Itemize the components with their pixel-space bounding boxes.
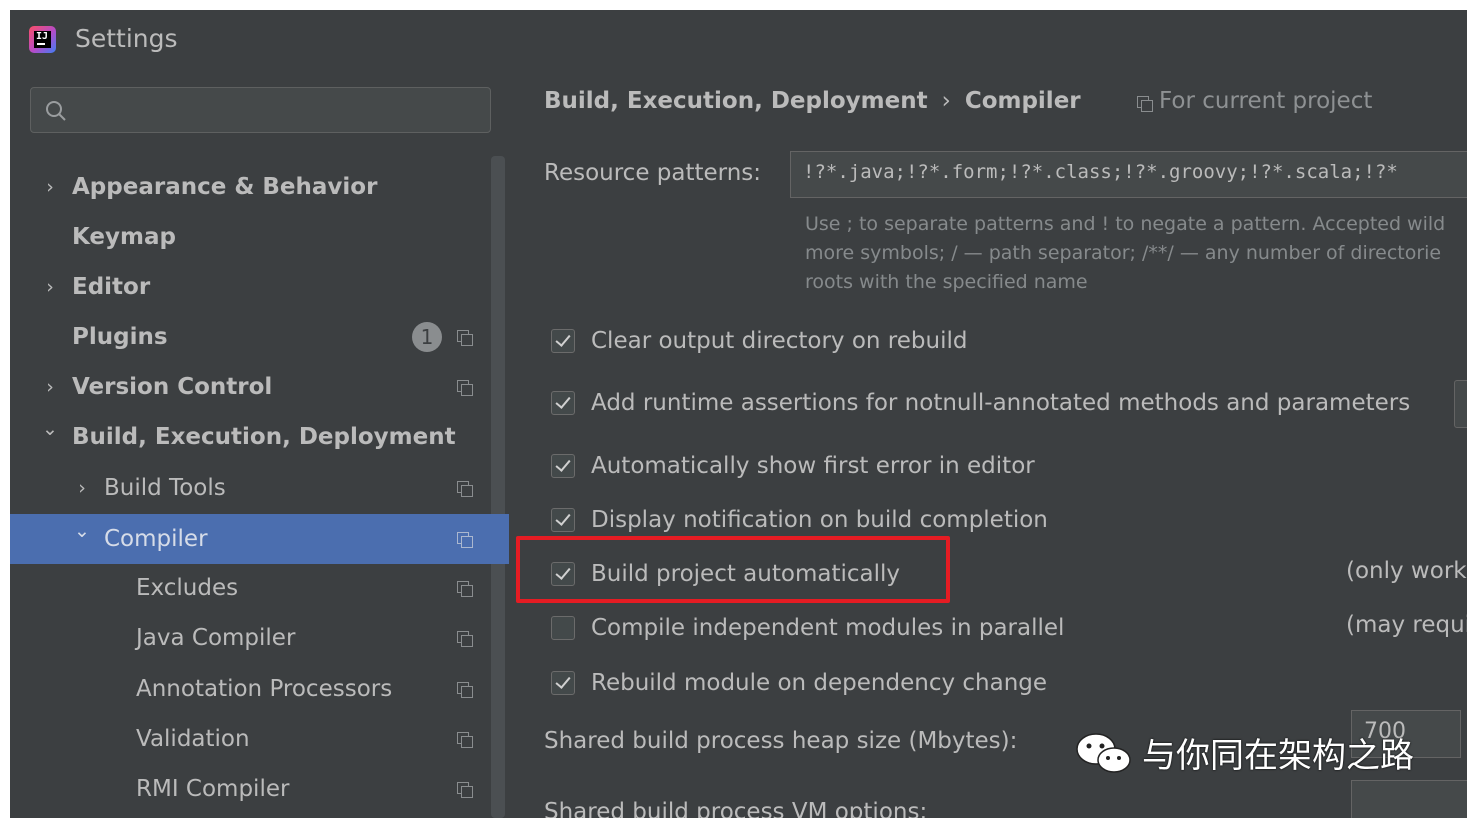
project-scope-icon <box>457 782 473 798</box>
tree-item-label: Excludes <box>136 575 239 601</box>
tree-item-excludes[interactable]: Excludes <box>10 563 491 613</box>
project-scope-icon <box>1137 96 1153 112</box>
breadcrumb-current: Compiler <box>964 88 1081 114</box>
tree-item-build-tools[interactable]: › Build Tools <box>10 463 491 513</box>
parallel-note: (may requi <box>1346 612 1467 638</box>
tree-item-plugins[interactable]: Plugins 1 <box>10 312 491 362</box>
tree-item-label: Version Control <box>72 374 273 400</box>
wechat-icon <box>1076 732 1131 773</box>
show-first-error-checkbox[interactable] <box>551 454 575 478</box>
window-title: Settings <box>75 24 178 53</box>
watermark: 与你同在架构之路 <box>1074 728 1414 777</box>
tree-item-label: Compiler <box>104 526 208 552</box>
settings-search[interactable] <box>30 87 491 133</box>
parallel-checkbox[interactable] <box>551 616 575 640</box>
tree-item-build-execution-deployment[interactable]: ⌄ Build, Execution, Deployment <box>10 412 491 462</box>
heap-size-label: Shared build process heap size (Mbytes): <box>544 728 1018 754</box>
project-scope-icon <box>457 631 473 647</box>
tree-item-validation[interactable]: Validation <box>10 714 491 764</box>
search-icon <box>46 101 66 121</box>
update-count-badge: 1 <box>412 322 442 352</box>
chevron-down-icon[interactable]: ⌄ <box>40 418 60 440</box>
show-first-error-label: Automatically show first error in editor <box>591 453 1035 479</box>
project-scope-icon <box>457 330 473 346</box>
tree-item-java-compiler[interactable]: Java Compiler <box>10 613 491 663</box>
tree-item-label: Annotation Processors <box>136 676 393 702</box>
hint-line: roots with the specified name <box>805 271 1088 293</box>
settings-content: Build, Execution, Deployment › Compiler Fo… <box>509 68 1467 818</box>
build-auto-note: (only work <box>1346 558 1467 584</box>
breadcrumb-separator-icon: › <box>941 88 951 114</box>
resource-patterns-hint: Use ; to separate patterns and ! to nega… <box>805 210 1467 297</box>
parallel-label: Compile independent modules in parallel <box>591 615 1065 641</box>
scope-indicator: For current project <box>1137 88 1372 114</box>
tree-item-label: Build Tools <box>104 475 226 501</box>
runtime-assertions-option[interactable]: Add runtime assertions for notnull-annot… <box>551 383 1410 423</box>
chevron-right-icon[interactable]: › <box>40 376 60 398</box>
notification-option[interactable]: Display notification on build completion <box>551 500 1048 540</box>
breadcrumb-parent[interactable]: Build, Execution, Deployment <box>544 88 928 114</box>
intellij-logo-icon: IJ <box>29 26 56 53</box>
project-scope-icon <box>457 581 473 597</box>
tree-item-rmi-compiler[interactable]: RMI Compiler <box>10 764 491 814</box>
tree-item-label: Build, Execution, Deployment <box>72 424 456 450</box>
project-scope-icon <box>457 380 473 396</box>
clear-output-option[interactable]: Clear output directory on rebuild <box>551 321 967 361</box>
tree-item-editor[interactable]: › Editor <box>10 262 491 312</box>
rebuild-dep-option[interactable]: Rebuild module on dependency change <box>551 663 1047 703</box>
tree-item-label: Editor <box>72 274 151 300</box>
settings-window: IJ Settings › Appearance & Behavior Keym… <box>10 10 1467 818</box>
chevron-down-icon[interactable]: ⌄ <box>72 520 92 542</box>
hint-line: more symbols; / — path separator; /**/ —… <box>805 242 1442 264</box>
tree-item-version-control[interactable]: › Version Control <box>10 362 491 412</box>
annotation-highlight-box <box>516 536 950 603</box>
resource-patterns-input[interactable]: !?*.java;!?*.form;!?*.class;!?*.groovy;!… <box>790 151 1467 198</box>
project-scope-icon <box>457 732 473 748</box>
clear-output-label: Clear output directory on rebuild <box>591 328 968 354</box>
sidebar-scrollbar[interactable] <box>491 156 505 818</box>
rebuild-dep-label: Rebuild module on dependency change <box>591 670 1048 696</box>
configure-button[interactable] <box>1454 380 1467 428</box>
project-scope-icon <box>457 532 473 548</box>
project-scope-icon <box>457 481 473 497</box>
chevron-right-icon[interactable]: › <box>40 176 60 198</box>
tree-item-compiler[interactable]: ⌄ Compiler <box>10 514 509 564</box>
chevron-right-icon[interactable]: › <box>72 477 92 499</box>
tree-item-keymap[interactable]: Keymap <box>10 212 491 262</box>
title-bar: IJ Settings <box>10 10 1467 68</box>
tree-item-label: Appearance & Behavior <box>72 174 378 200</box>
project-scope-icon <box>457 682 473 698</box>
parallel-option[interactable]: Compile independent modules in parallel <box>551 608 1064 648</box>
chevron-right-icon[interactable]: › <box>40 276 60 298</box>
tree-item-annotation-processors[interactable]: Annotation Processors <box>10 664 491 714</box>
breadcrumb: Build, Execution, Deployment › Compiler <box>544 88 1081 114</box>
clear-output-checkbox[interactable] <box>551 329 575 353</box>
tree-item-label: Keymap <box>72 224 176 250</box>
tree-item-label: Validation <box>136 726 250 752</box>
vm-options-input[interactable] <box>1351 780 1467 818</box>
rebuild-dep-checkbox[interactable] <box>551 671 575 695</box>
notification-label: Display notification on build completion <box>591 507 1048 533</box>
tree-item-label: RMI Compiler <box>136 776 290 802</box>
tree-item-label: Java Compiler <box>136 625 296 651</box>
vm-options-label: Shared build process VM options: <box>544 799 928 818</box>
notification-checkbox[interactable] <box>551 508 575 532</box>
settings-sidebar: › Appearance & Behavior Keymap › Editor … <box>10 68 509 818</box>
search-input[interactable] <box>79 94 483 128</box>
resource-patterns-label: Resource patterns: <box>544 160 762 186</box>
tree-item-appearance[interactable]: › Appearance & Behavior <box>10 162 491 212</box>
runtime-assertions-checkbox[interactable] <box>551 391 575 415</box>
runtime-assertions-label: Add runtime assertions for notnull-annot… <box>591 390 1411 416</box>
show-first-error-option[interactable]: Automatically show first error in editor <box>551 446 1035 486</box>
hint-line: Use ; to separate patterns and ! to nega… <box>805 213 1446 235</box>
scope-label: For current project <box>1159 88 1373 114</box>
watermark-text: 与你同在架构之路 <box>1142 736 1414 776</box>
tree-item-label: Plugins <box>72 324 168 350</box>
